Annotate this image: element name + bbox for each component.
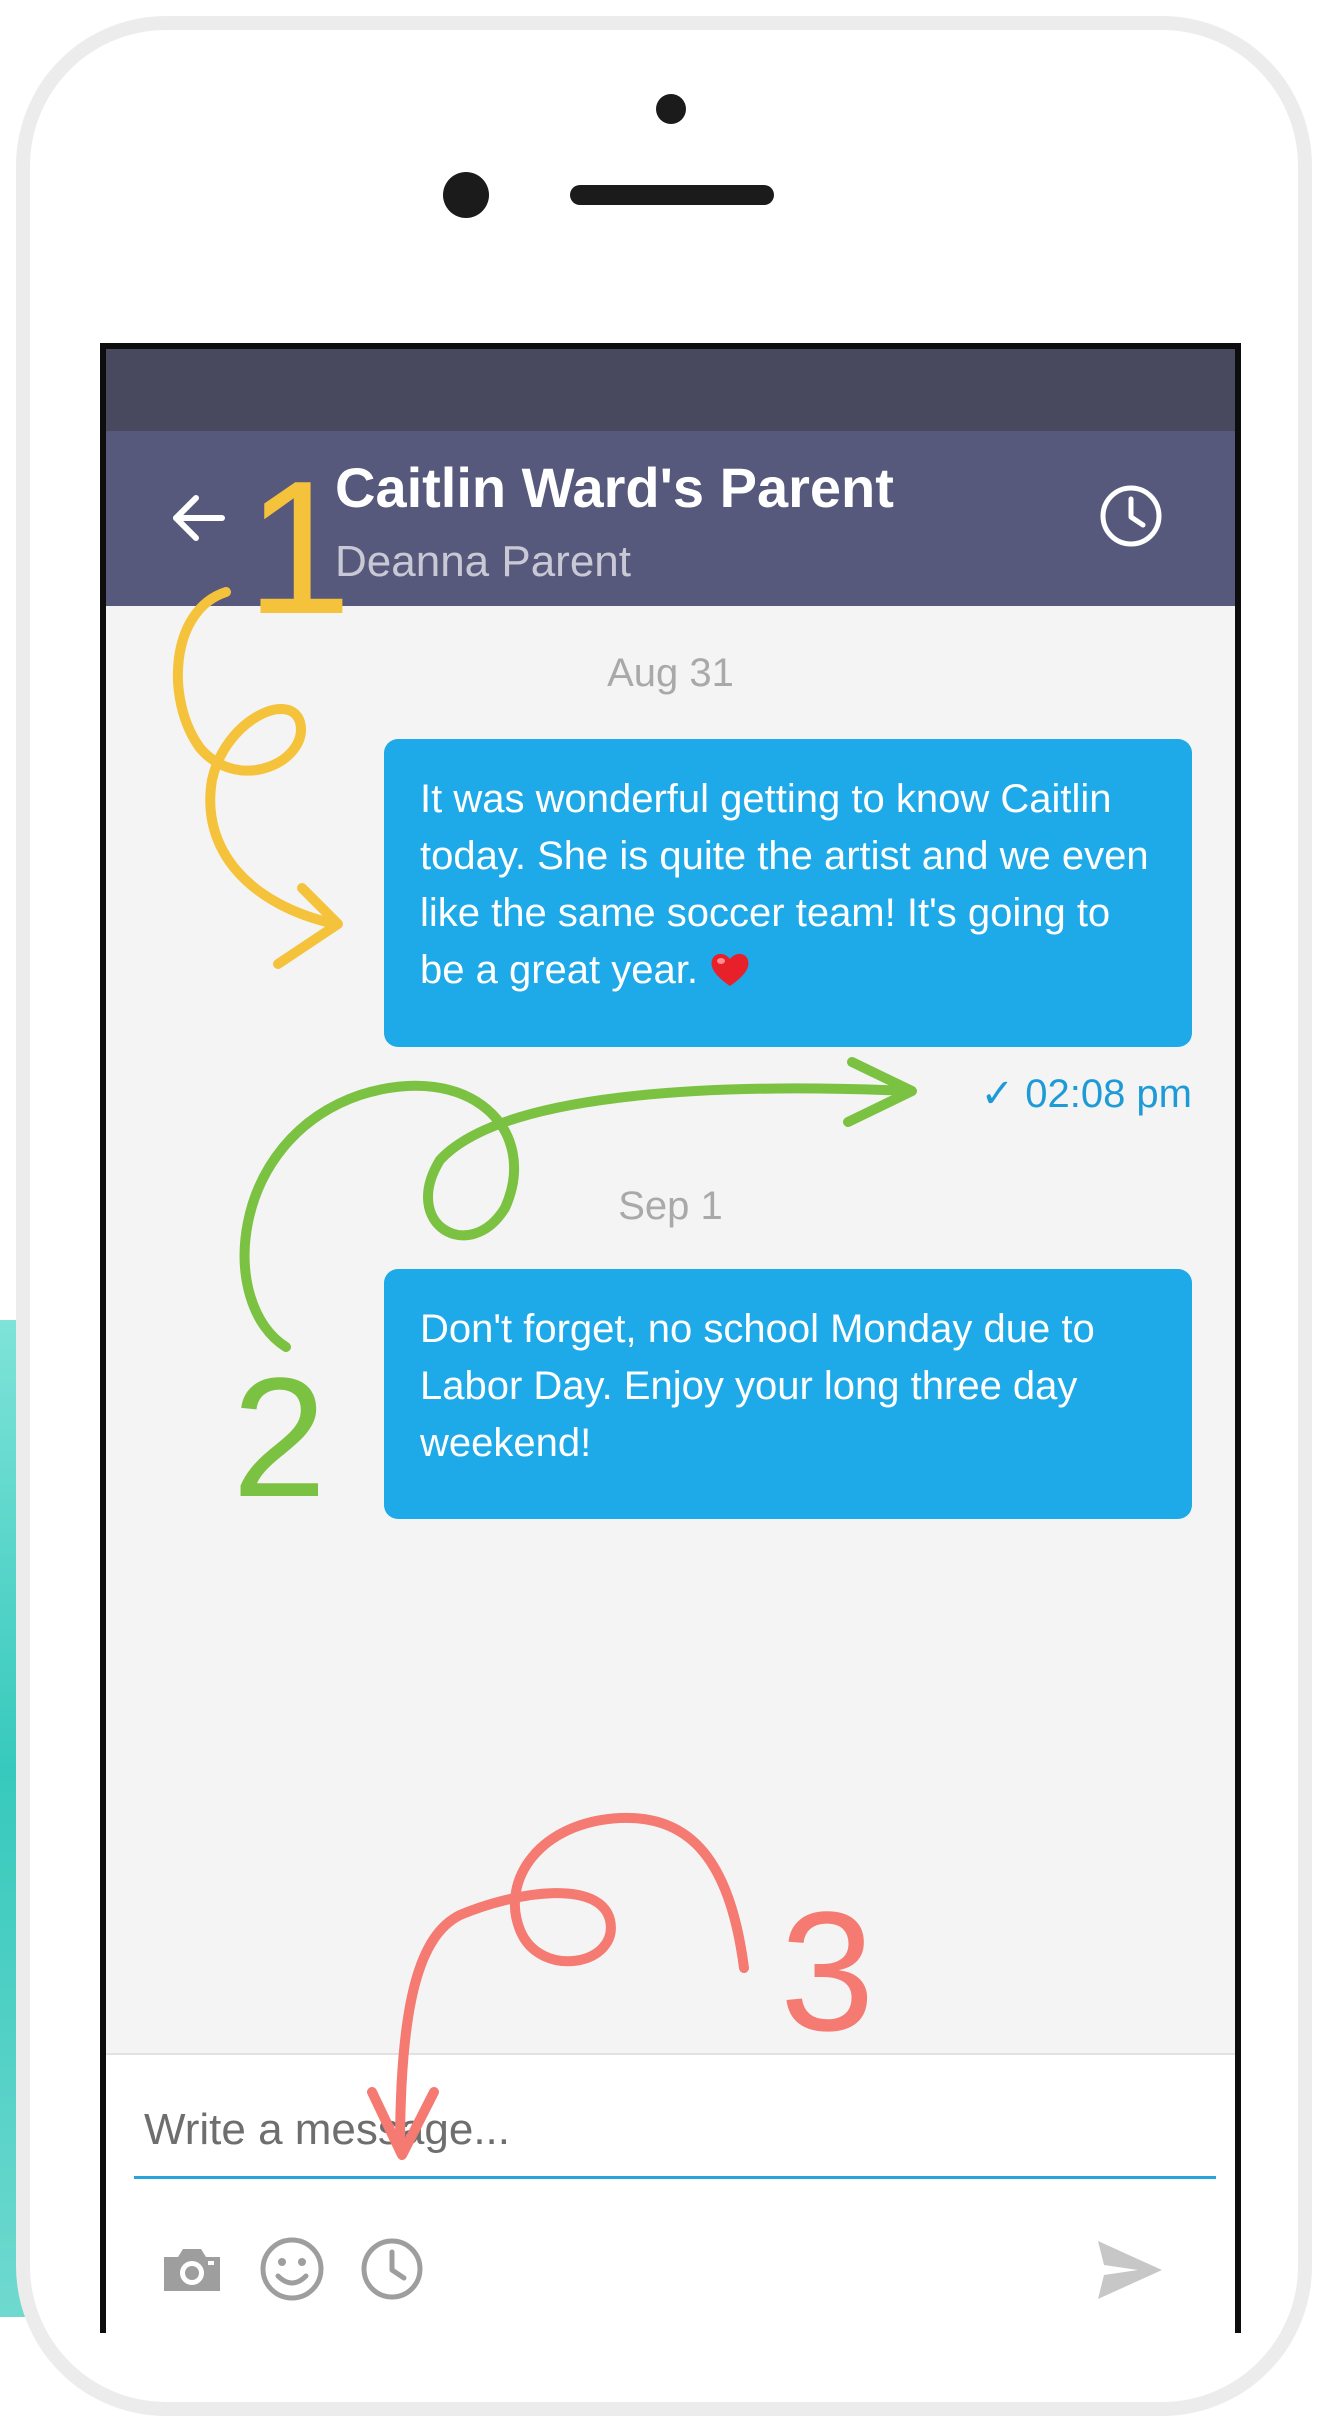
arrow-left-icon[interactable] (164, 483, 234, 553)
date-divider: Sep 1 (618, 1184, 723, 1228)
clock-icon[interactable] (1096, 481, 1166, 551)
camera-icon[interactable] (156, 2233, 228, 2305)
phone-speaker (570, 185, 774, 205)
message-timestamp: ✓ 02:08 pm (980, 1072, 1192, 1116)
clock-icon[interactable] (356, 2233, 428, 2305)
contact-subtitle: Deanna Parent (335, 537, 631, 586)
contact-name: Caitlin Ward's Parent (335, 456, 894, 519)
phone-camera (656, 94, 686, 124)
conversation-header: Caitlin Ward's Parent Deanna Parent (106, 431, 1235, 606)
smiley-icon[interactable] (256, 2233, 328, 2305)
phone-screen: Caitlin Ward's Parent Deanna Parent Aug … (100, 343, 1241, 2333)
message-bubble: It was wonderful getting to know Caitlin… (384, 739, 1192, 1047)
message-text: Don't forget, no school Monday due to La… (420, 1307, 1095, 1465)
status-bar (106, 349, 1235, 431)
message-composer (106, 2053, 1235, 2333)
message-text: It was wonderful getting to know Caitlin… (420, 777, 1149, 992)
heart-emoji-icon (711, 953, 749, 986)
date-divider: Aug 31 (607, 651, 734, 695)
phone-front-sensor (443, 172, 489, 218)
send-icon[interactable] (1090, 2231, 1168, 2309)
message-input[interactable] (134, 2083, 1216, 2179)
message-bubble: Don't forget, no school Monday due to La… (384, 1269, 1192, 1519)
